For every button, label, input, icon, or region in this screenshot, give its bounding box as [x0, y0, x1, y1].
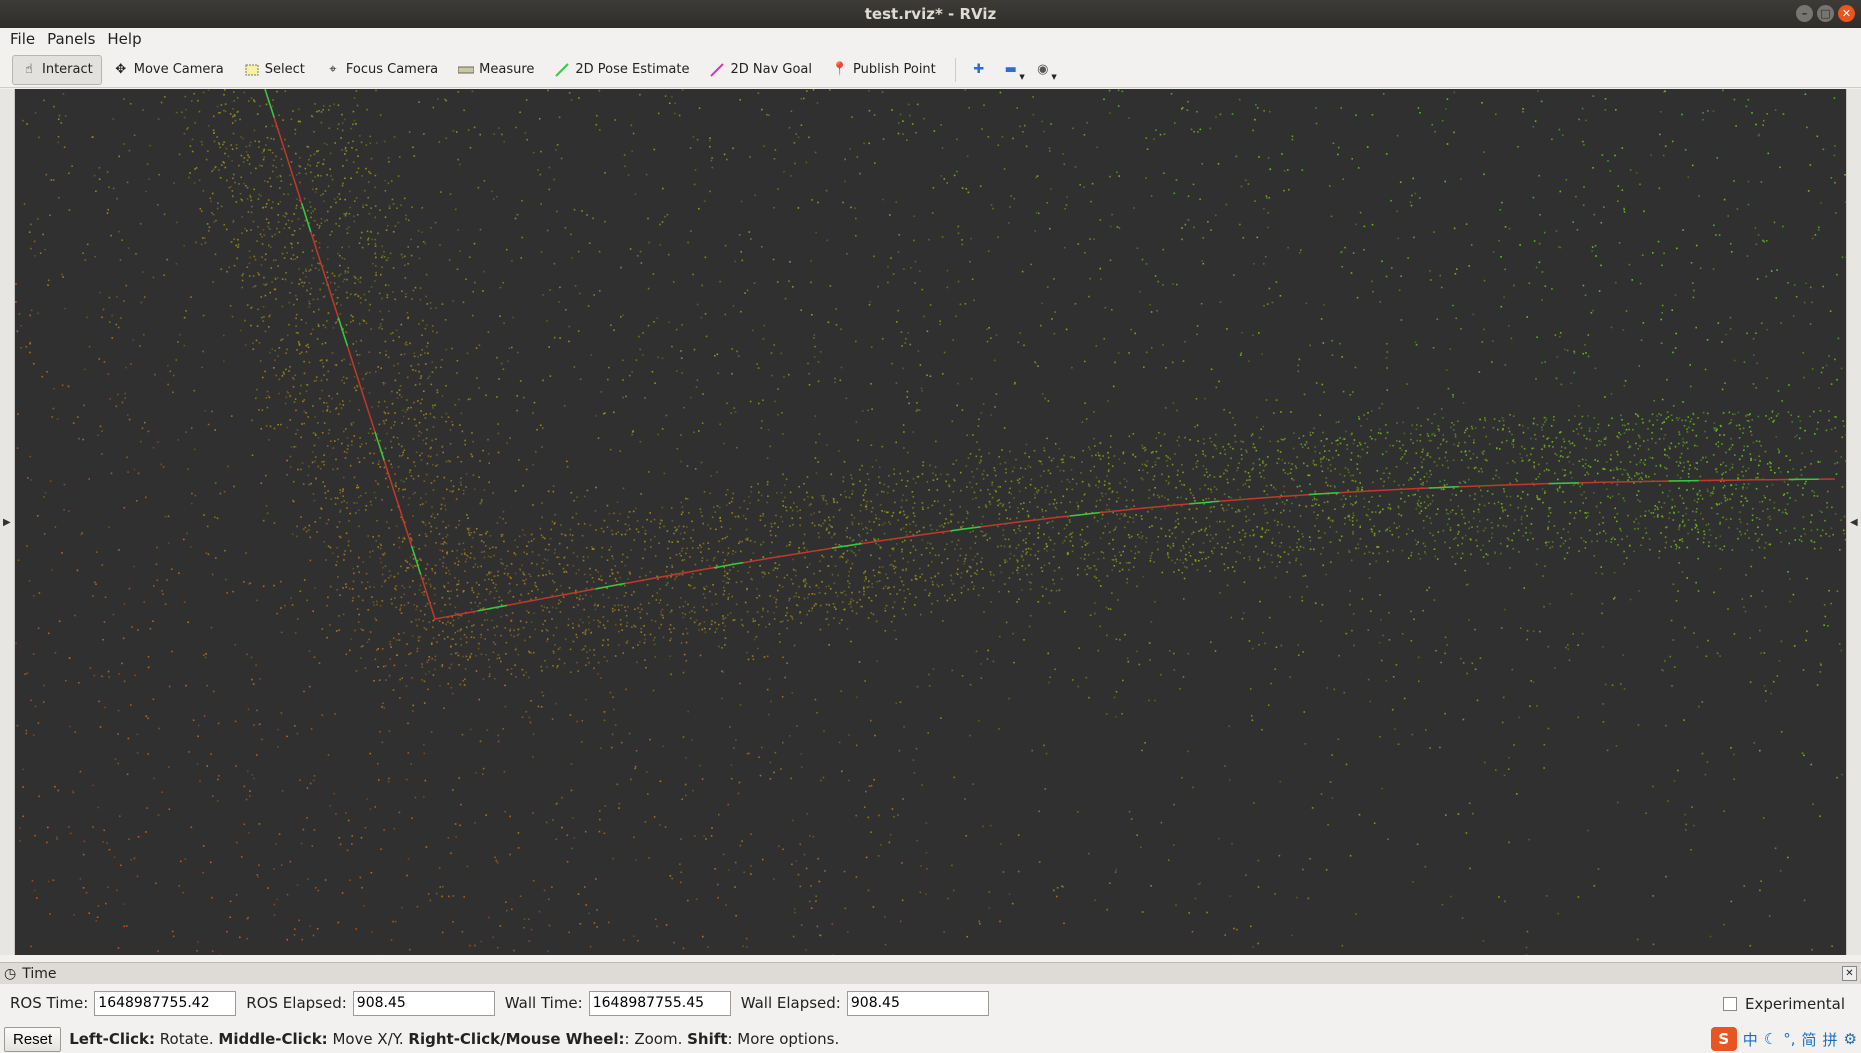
view-options-button[interactable]: ◉ ▼	[1028, 55, 1058, 85]
map-pin-icon: 📍	[831, 62, 849, 77]
ime-simplified-indicator[interactable]: 简	[1802, 1029, 1817, 1050]
chevron-right-icon: ▶	[3, 517, 11, 528]
move-arrows-icon: ✥	[115, 62, 127, 77]
add-tool-button[interactable]: ✚	[964, 55, 994, 85]
publish-point-label: Publish Point	[853, 62, 936, 77]
menu-bar: File Panels Help	[0, 28, 1861, 52]
menu-panels[interactable]: Panels	[43, 28, 99, 52]
crosshair-icon: ⌖	[329, 62, 337, 77]
system-tray: S 中 ☾ °, 简 拼 ⚙	[1710, 1027, 1857, 1051]
window-title: test.rviz* - RViz	[864, 5, 997, 23]
menu-file[interactable]: File	[6, 28, 39, 52]
focus-camera-tool[interactable]: ⌖ Focus Camera	[316, 55, 447, 85]
shift-desc: : More options.	[727, 1030, 840, 1048]
tool-toolbar: ☝ Interact ✥ Move Camera Select ⌖ Focus …	[0, 52, 1861, 88]
point-cloud	[15, 89, 1846, 955]
wall-elapsed-label: Wall Elapsed:	[740, 994, 841, 1012]
close-button[interactable]: ✕	[1838, 5, 1855, 22]
remove-tool-button[interactable]: ▬ ▼	[996, 55, 1026, 85]
3d-viewport[interactable]	[15, 89, 1846, 955]
ros-elapsed-field[interactable]	[352, 990, 495, 1016]
wall-time-label: Wall Time:	[504, 994, 583, 1012]
experimental-label: Experimental	[1744, 995, 1845, 1013]
pose-estimate-label: 2D Pose Estimate	[575, 62, 690, 77]
nav-goal-tool[interactable]: 2D Nav Goal	[700, 55, 821, 85]
toolbar-separator	[954, 57, 956, 82]
interact-tool[interactable]: ☝ Interact	[12, 54, 102, 85]
status-bar: Reset Left-Click: Rotate. Middle-Click: …	[0, 1025, 1861, 1053]
middle-click-hint: Middle-Click:	[218, 1030, 328, 1048]
close-panel-icon[interactable]: ✕	[1842, 966, 1857, 981]
right-panel-toggle[interactable]: ◀	[1846, 89, 1861, 955]
left-panel-toggle[interactable]: ▶	[0, 89, 15, 955]
middle-click-desc: Move X/Y.	[327, 1030, 409, 1048]
green-arrow-icon	[554, 62, 570, 78]
chevron-down-icon: ▼	[1019, 72, 1025, 81]
title-bar: test.rviz* - RViz – □ ✕	[0, 0, 1861, 28]
select-label: Select	[264, 62, 305, 77]
reset-button[interactable]: Reset	[4, 1026, 62, 1052]
plus-icon: ✚	[973, 62, 985, 77]
ros-time-label: ROS Time:	[10, 994, 89, 1012]
right-click-desc: : Zoom.	[624, 1030, 688, 1048]
chevron-left-icon: ◀	[1850, 517, 1858, 528]
move-camera-tool[interactable]: ✥ Move Camera	[104, 55, 233, 85]
wall-elapsed-field[interactable]	[846, 990, 989, 1016]
interact-label: Interact	[42, 62, 93, 77]
measure-label: Measure	[479, 62, 535, 77]
minimize-button[interactable]: –	[1796, 5, 1813, 22]
eye-icon: ◉	[1037, 62, 1049, 77]
ros-time-field[interactable]	[94, 990, 237, 1016]
magenta-arrow-icon	[709, 62, 725, 78]
left-click-hint: Left-Click:	[69, 1030, 155, 1048]
right-click-hint: Right-Click/Mouse Wheel:	[408, 1030, 625, 1048]
left-click-desc: Rotate.	[155, 1030, 219, 1048]
experimental-checkbox[interactable]	[1722, 997, 1737, 1011]
nav-goal-label: 2D Nav Goal	[730, 62, 813, 77]
time-panel-title: Time	[22, 965, 57, 982]
measure-tool[interactable]: Measure	[449, 55, 543, 85]
ros-elapsed-label: ROS Elapsed:	[246, 994, 347, 1012]
time-panel-header: ◷ Time ✕	[0, 962, 1861, 984]
ruler-icon	[458, 62, 475, 78]
select-tool[interactable]: Select	[235, 55, 314, 85]
point-cloud-canvas[interactable]	[15, 89, 1846, 955]
wall-time-field[interactable]	[588, 990, 731, 1016]
ime-mode-indicator[interactable]: 中	[1743, 1029, 1758, 1050]
ime-pinyin-indicator[interactable]: 拼	[1823, 1029, 1838, 1050]
sogou-ime-icon[interactable]: S	[1710, 1027, 1737, 1051]
shift-hint: Shift	[687, 1030, 728, 1048]
menu-help[interactable]: Help	[103, 28, 145, 52]
experimental-toggle[interactable]: Experimental	[1722, 995, 1845, 1013]
publish-point-tool[interactable]: 📍 Publish Point	[823, 55, 945, 85]
hand-icon: ☝	[25, 62, 33, 77]
maximize-button[interactable]: □	[1817, 5, 1834, 22]
focus-camera-label: Focus Camera	[345, 62, 439, 77]
clock-icon: ◷	[4, 965, 17, 982]
time-panel-row: ROS Time: ROS Elapsed: Wall Time: Wall E…	[0, 989, 1861, 1017]
settings-gear-icon[interactable]: ⚙	[1844, 1030, 1857, 1048]
chevron-down-icon: ▼	[1051, 72, 1057, 81]
moon-icon[interactable]: ☾	[1764, 1030, 1777, 1048]
minus-icon: ▬	[1004, 62, 1017, 77]
pose-estimate-tool[interactable]: 2D Pose Estimate	[545, 55, 698, 85]
select-box-icon	[244, 62, 260, 78]
punctuation-icon[interactable]: °,	[1783, 1030, 1795, 1048]
move-camera-label: Move Camera	[133, 62, 224, 77]
